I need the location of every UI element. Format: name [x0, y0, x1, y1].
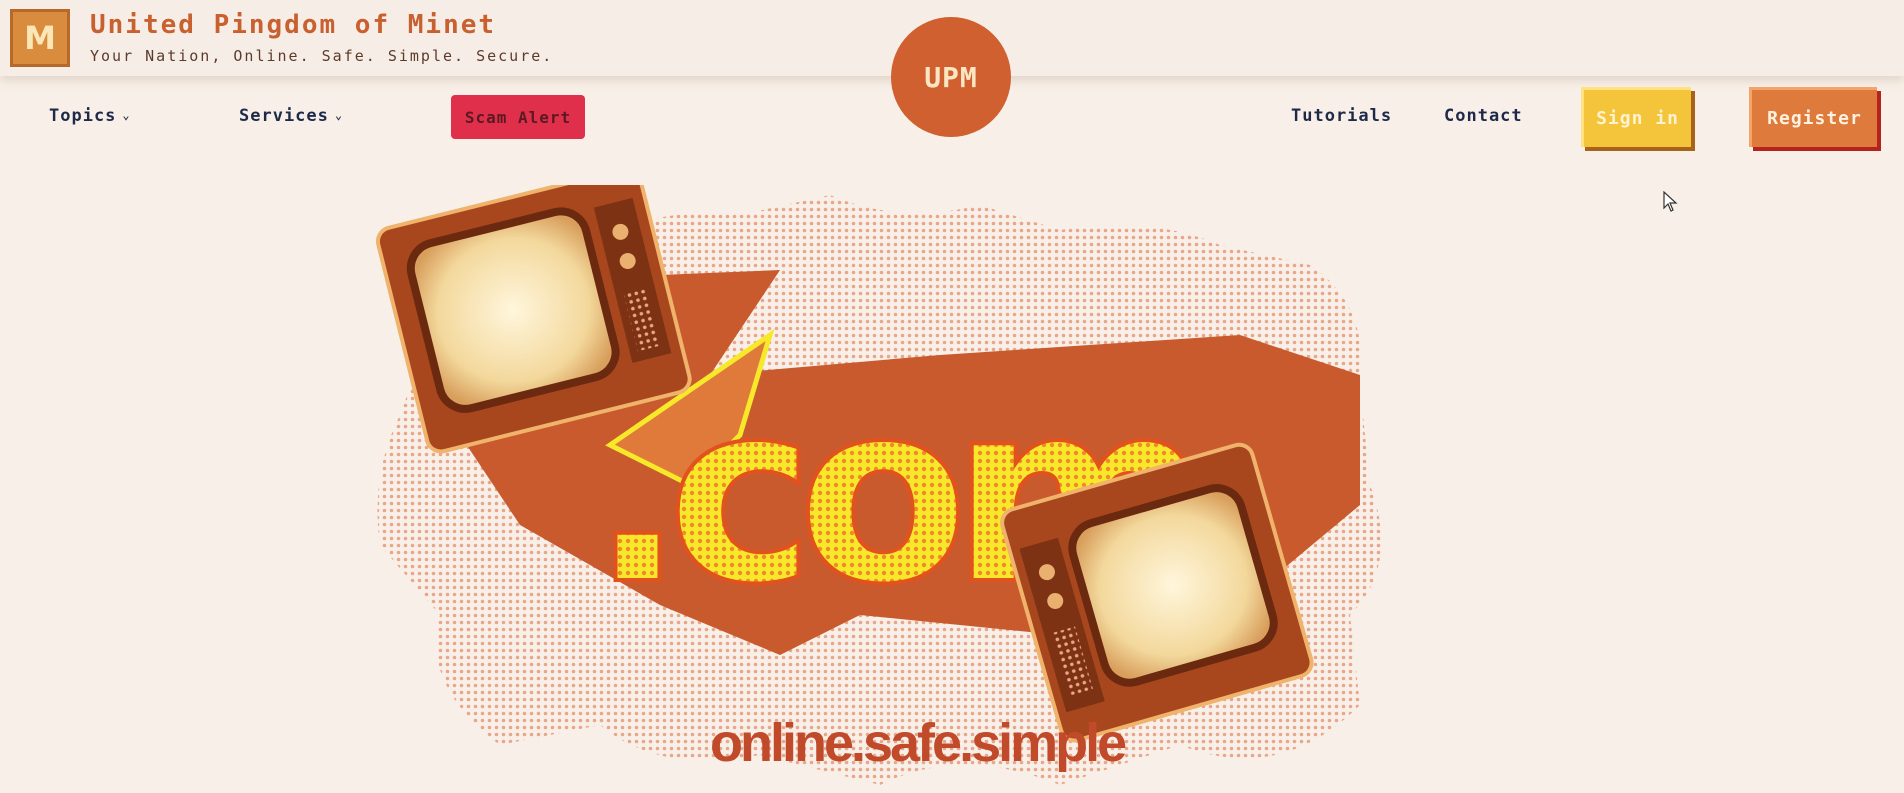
scam-alert-button[interactable]: Scam Alert: [451, 95, 585, 139]
hero-illustration: .com: [375, 185, 1382, 785]
logo-letter: M: [24, 19, 56, 57]
chevron-down-icon: ⌄: [334, 108, 344, 122]
site-title[interactable]: United Pingdom of Minet: [90, 10, 496, 40]
chevron-down-icon: ⌄: [122, 108, 131, 122]
nav-tutorials[interactable]: Tutorials: [1291, 106, 1392, 126]
upm-badge[interactable]: UPM: [891, 17, 1011, 137]
nav-services-label: Services: [239, 106, 329, 126]
nav-topics-label: Topics: [49, 106, 117, 126]
nav-topics[interactable]: Topics ⌄: [49, 106, 131, 126]
nav-services[interactable]: Services ⌄: [239, 106, 343, 126]
site-tagline: Your Nation, Online. Safe. Simple. Secur…: [90, 47, 554, 65]
sign-in-button[interactable]: Sign in: [1581, 87, 1691, 147]
nav-contact[interactable]: Contact: [1444, 106, 1523, 126]
upm-badge-label: UPM: [924, 60, 978, 94]
cursor-icon: [1663, 191, 1678, 212]
register-button[interactable]: Register: [1749, 87, 1877, 147]
site-logo[interactable]: M: [10, 9, 70, 67]
hero-tagline: online.safe.simple: [710, 713, 1127, 773]
